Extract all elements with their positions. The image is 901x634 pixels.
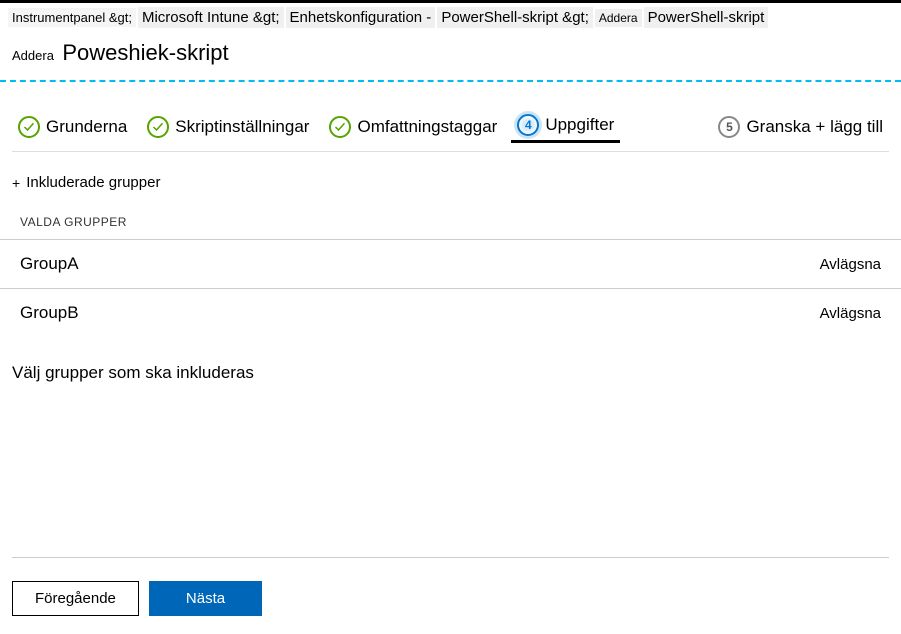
breadcrumb: Instrumentpanel &gt; Microsoft Intune &g… — [0, 3, 901, 32]
check-icon — [18, 116, 40, 138]
breadcrumb-add-script: PowerShell-skript — [644, 7, 769, 28]
wizard-steps: Grunderna Skriptinställningar Omfattning… — [0, 82, 901, 151]
footer-divider — [12, 557, 889, 558]
step-review-label: Granska + lägg till — [746, 117, 883, 137]
select-groups-link[interactable]: Välj grupper som ska inkluderas — [0, 337, 901, 409]
selected-groups-heading: VALDA GRUPPER — [0, 191, 901, 239]
step-number-icon: 4 — [517, 114, 539, 136]
step-assignments[interactable]: 4 Uppgifter — [511, 110, 620, 143]
add-included-groups-button[interactable]: + Inkluderade grupper — [0, 152, 901, 191]
breadcrumb-dashboard[interactable]: Instrumentpanel &gt; — [8, 8, 136, 27]
next-button[interactable]: Nästa — [149, 581, 262, 616]
footer-buttons: Föregående Nästa — [12, 581, 262, 616]
step-assignments-label: Uppgifter — [545, 115, 614, 135]
previous-button[interactable]: Föregående — [12, 581, 139, 616]
step-review[interactable]: 5 Granska + lägg till — [712, 112, 889, 142]
step-basics[interactable]: Grunderna — [12, 112, 133, 142]
table-row: GroupB Avlägsna — [0, 288, 901, 337]
breadcrumb-intune[interactable]: Microsoft Intune &gt; — [138, 7, 284, 28]
page-header-prefix: Addera — [12, 48, 54, 63]
breadcrumb-add-prefix: Addera — [595, 9, 642, 27]
breadcrumb-powershell-scripts[interactable]: PowerShell-skript &gt; — [437, 7, 593, 28]
remove-group-button[interactable]: Avlägsna — [820, 305, 881, 322]
add-included-groups-label: Inkluderade grupper — [26, 174, 160, 191]
step-basics-label: Grunderna — [46, 117, 127, 137]
step-script-settings-label: Skriptinställningar — [175, 117, 309, 137]
step-scope-tags[interactable]: Omfattningstaggar — [323, 112, 503, 142]
step-number-icon: 5 — [718, 116, 740, 138]
check-icon — [329, 116, 351, 138]
table-row: GroupA Avlägsna — [0, 239, 901, 288]
plus-icon: + — [12, 175, 20, 191]
step-scope-tags-label: Omfattningstaggar — [357, 117, 497, 137]
breadcrumb-device-config[interactable]: Enhetskonfiguration - — [286, 7, 436, 28]
page-title: Poweshiek-skript — [62, 40, 228, 65]
step-script-settings[interactable]: Skriptinställningar — [141, 112, 315, 142]
remove-group-button[interactable]: Avlägsna — [820, 256, 881, 273]
group-name: GroupB — [20, 303, 79, 323]
group-name: GroupA — [20, 254, 79, 274]
page-header: Addera Poweshiek-skript — [0, 32, 901, 78]
check-icon — [147, 116, 169, 138]
